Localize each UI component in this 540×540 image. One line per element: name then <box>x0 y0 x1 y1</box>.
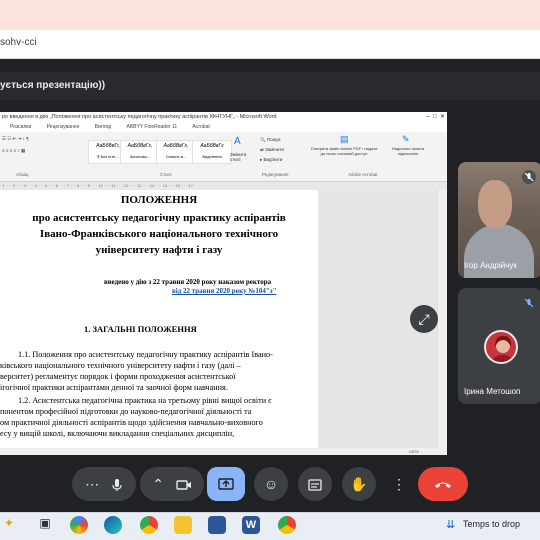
present-screen-button[interactable] <box>207 467 245 501</box>
create-pdf-icon[interactable]: ▤ <box>340 134 349 145</box>
participant-video-head <box>478 180 512 228</box>
doc-subtitle-line: про асистентську педагогічну практику ас… <box>32 212 286 224</box>
select-button[interactable]: ▸ Виділити <box>260 157 282 163</box>
captions-button[interactable] <box>298 467 332 501</box>
group-acrobat-label: Adobe Acrobat <box>348 172 378 177</box>
hang-up-icon <box>435 482 451 489</box>
tab-acrobat[interactable]: Acrobat <box>193 124 210 130</box>
create-pdf-button[interactable]: Створити файл Adobe PDF і надати до ньог… <box>308 146 380 156</box>
paragraph-list-icons[interactable]: ☰ ☷ ⇤ ⇥ ↕ ¶ <box>2 136 29 142</box>
avatar <box>484 330 518 364</box>
doc-subtitle-line: Івано-Франківського національного техніч… <box>39 228 279 240</box>
weather-icon[interactable]: ⇊ <box>446 518 455 531</box>
expand-arrows-icon: ⤢ <box>418 311 430 327</box>
sparkle-icon[interactable]: ✦ <box>4 516 22 534</box>
word-status-bar: 100% <box>0 448 447 455</box>
doc-title: ПОЛОЖЕННЯ <box>120 194 198 206</box>
presentation-banner-text: ується презентацію)) <box>0 80 106 91</box>
close-icon[interactable]: ✕ <box>440 114 445 120</box>
minimize-icon[interactable]: – <box>426 114 429 120</box>
request-signature-button[interactable]: Надіслати запити підписання <box>386 146 430 156</box>
weather-text[interactable]: Temps to drop <box>463 519 520 529</box>
chrome-icon-2[interactable] <box>278 516 296 534</box>
tab-review[interactable]: Рецензування <box>47 124 80 130</box>
emoji-icon: ☺ <box>263 476 279 492</box>
microphone-icon[interactable] <box>111 476 123 492</box>
document-page[interactable]: ПОЛОЖЕННЯ про асистентську педагогічну п… <box>0 190 318 448</box>
style-heading[interactable]: АаБбВвГг, Заголово... <box>120 140 160 164</box>
style-emphasis[interactable]: АаБбВвГг Виділення <box>192 140 232 164</box>
group-editing-label: Редагування <box>262 172 289 177</box>
url-text[interactable]: sohv-cci <box>0 37 37 48</box>
chrome-icon[interactable] <box>140 516 158 534</box>
word-title-bar: ро введення в дію „Положення про асистен… <box>0 112 447 122</box>
doc-body-line: ігогічної практики аспірантами денної та… <box>0 383 228 392</box>
chevron-up-icon[interactable]: ⌃ <box>152 476 164 492</box>
more-options-button[interactable]: ⋮ <box>386 467 412 501</box>
camera-control-group[interactable]: ⌃ <box>140 467 204 501</box>
tab-mailings[interactable]: Розсилки <box>10 124 31 130</box>
doc-order-link[interactable]: від 22 травня 2020 року №104"з" <box>172 287 276 295</box>
shared-word-window: ро введення в дію „Положення про асистен… <box>0 112 447 455</box>
captions-icon <box>308 479 322 491</box>
participant-tile[interactable]: Ірина Метошоп <box>458 288 540 404</box>
vertical-scrollbar[interactable] <box>437 190 447 448</box>
file-explorer-icon[interactable] <box>174 516 192 534</box>
find-button[interactable]: 🔍 Пошук <box>260 137 280 143</box>
store-icon[interactable] <box>208 516 226 534</box>
group-styles-label: Стилі <box>160 172 172 177</box>
change-styles-button[interactable]: Змінити стилі <box>230 152 254 162</box>
task-view-icon[interactable]: ▣ <box>36 516 54 534</box>
doc-subtitle-line: університету нафти і газу <box>95 244 223 256</box>
group-paragraph-label: Абзац <box>16 172 29 177</box>
camera-icon[interactable] <box>176 476 192 492</box>
maximize-icon[interactable]: □ <box>433 114 437 120</box>
hand-icon: ✋ <box>350 476 368 492</box>
edge-icon[interactable] <box>104 516 122 534</box>
fullscreen-expand-button[interactable]: ⤢ <box>410 305 438 333</box>
tab-finereader[interactable]: ABBYY FineReader 11 <box>126 124 177 130</box>
ribbon: ☰ ☷ ⇤ ⇥ ↕ ¶ ≡ ≡ ≡ ≡ ↕ ▦ Абзац АаБбВвГг, … <box>0 132 447 182</box>
replace-icon: ⇄ <box>260 147 264 152</box>
vertical-dots-icon: ⋮ <box>392 476 406 492</box>
alignment-icons[interactable]: ≡ ≡ ≡ ≡ ↕ ▦ <box>2 148 25 154</box>
mic-off-icon <box>522 170 536 184</box>
doc-body-line: верситет) регламентує порядок і форми пр… <box>0 372 236 381</box>
word-icon[interactable]: W <box>242 516 260 534</box>
more-options-icon[interactable]: ⋯ <box>85 476 99 492</box>
copilot-icon[interactable] <box>70 516 88 534</box>
doc-body-line: ківського національного технічного уніве… <box>0 361 241 370</box>
document-canvas: ПОЛОЖЕННЯ про асистентську педагогічну п… <box>0 190 440 448</box>
change-styles-icon[interactable]: A <box>234 136 241 147</box>
tab-view[interactable]: Вигляд <box>95 124 111 130</box>
select-icon: ▸ <box>260 157 263 162</box>
doc-body-line: 1.1. Положення про асистентську педагогі… <box>18 350 273 359</box>
replace-button[interactable]: ⇄ Замінити <box>260 147 284 153</box>
participant-tile[interactable]: Ігор Андрійчук <box>458 162 540 278</box>
style-strong-emphasis[interactable]: АаБбВвГг, Сильне в... <box>156 140 196 164</box>
zoom-level[interactable]: 100% <box>409 448 419 455</box>
window-controls[interactable]: – □ ✕ <box>426 112 445 122</box>
doc-body-line: понентом професійної підготовки до науко… <box>0 407 252 416</box>
reactions-button[interactable]: ☺ <box>254 467 288 501</box>
doc-body-line: 1.2. Асистентська педагогічна практика н… <box>18 396 272 405</box>
find-icon: 🔍 <box>260 137 266 142</box>
ruler[interactable]: · 1 · · · 2 · · · 3 · · · 4 · · · 5 · · … <box>0 182 447 190</box>
ribbon-tabs: Розсилки Рецензування Вигляд ABBYY FineR… <box>0 122 447 132</box>
mic-off-icon <box>522 296 536 310</box>
end-call-button[interactable] <box>418 467 468 501</box>
address-bar[interactable] <box>0 30 540 59</box>
present-icon <box>218 478 234 490</box>
participant-name: Ігор Андрійчук <box>464 261 517 270</box>
doc-body-line: ом практичної діяльності аспірантів щодо… <box>0 418 263 427</box>
raise-hand-button[interactable]: ✋ <box>342 467 376 501</box>
participant-name: Ірина Метошоп <box>464 387 521 396</box>
mic-control-group[interactable]: ⋯ <box>72 467 136 501</box>
request-signature-icon[interactable]: ✎ <box>402 134 410 145</box>
doc-section-heading: 1. ЗАГАЛЬНІ ПОЛОЖЕННЯ <box>84 324 197 334</box>
doc-enacted-line: введено у дію з 22 травня 2020 року нака… <box>104 278 272 286</box>
browser-top-band <box>0 0 540 30</box>
doc-body-line: есу у вищій школі, включаючи викладання … <box>0 429 235 438</box>
